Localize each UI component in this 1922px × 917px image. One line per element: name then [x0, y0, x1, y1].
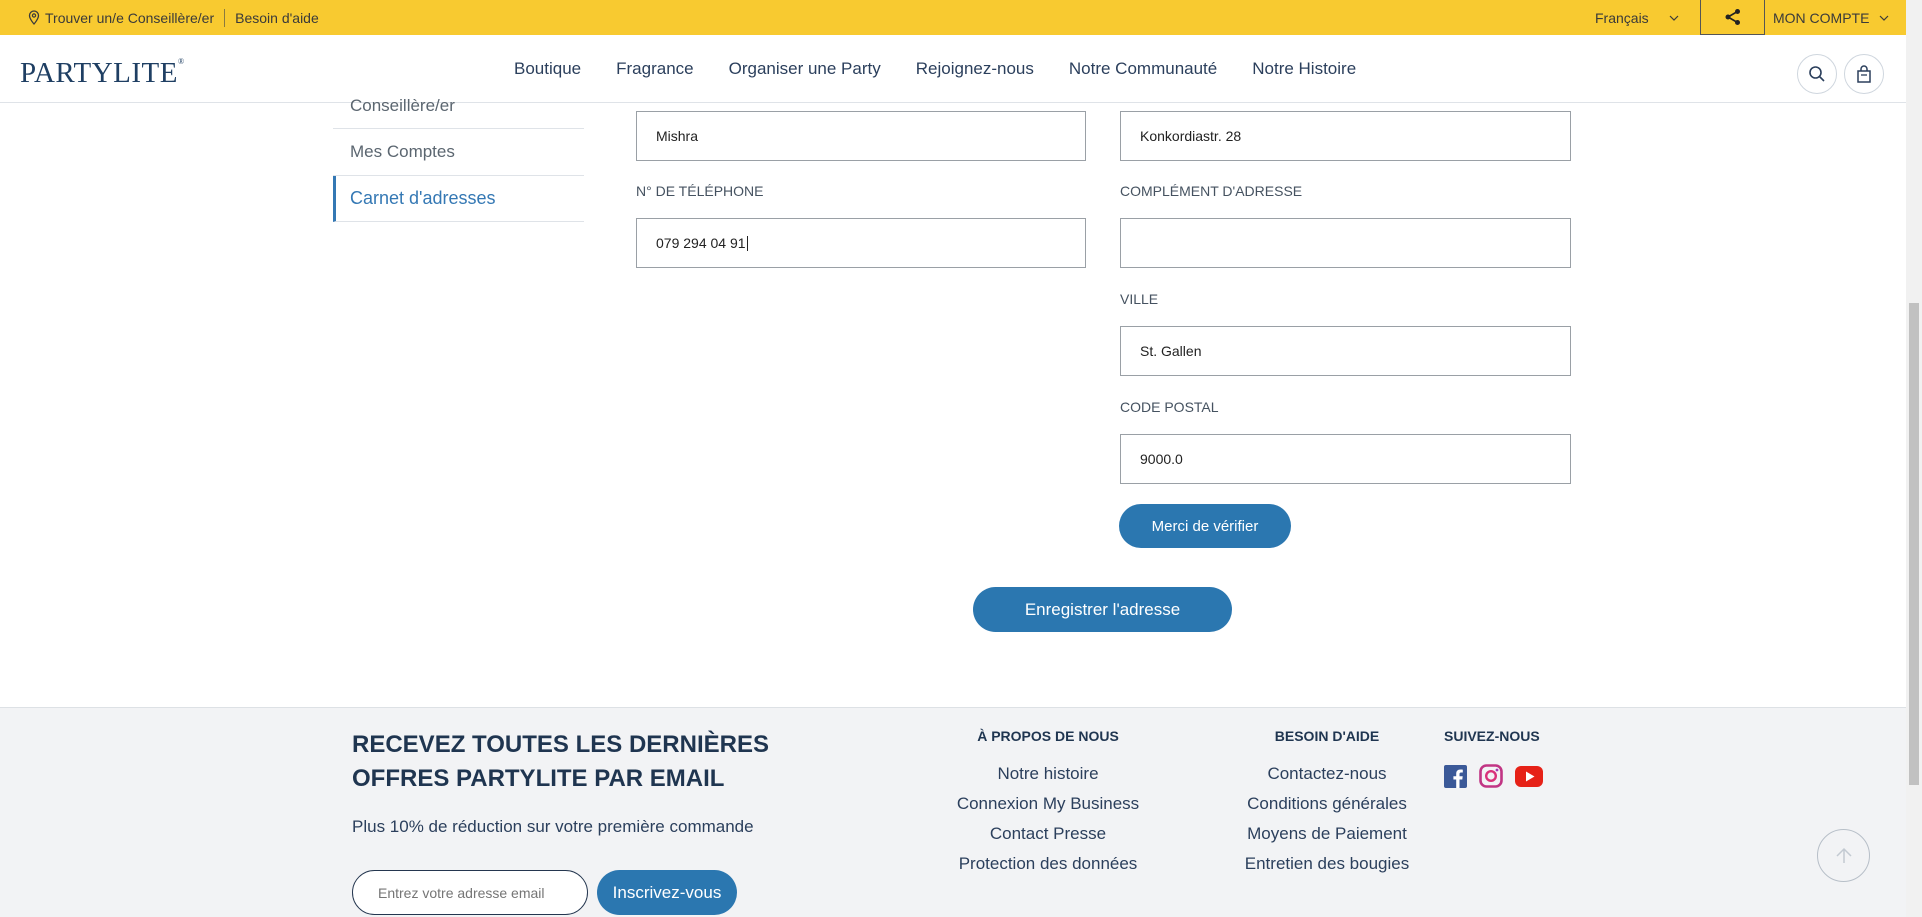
footer-about-title: À PROPOS DE NOUS [977, 728, 1119, 744]
last-name-field[interactable]: Mishra [636, 111, 1086, 161]
newsletter-email-input[interactable] [352, 870, 588, 915]
postal-code-field[interactable]: 9000.0 [1120, 434, 1571, 484]
utility-links: Trouver un/e Conseillère/er Besoin d'aid… [28, 0, 319, 35]
save-address-button[interactable]: Enregistrer l'adresse [973, 587, 1232, 632]
phone-field[interactable]: 079 294 04 91 [636, 218, 1086, 268]
language-selector[interactable]: Français [1595, 0, 1679, 35]
nav-item-histoire[interactable]: Notre Histoire [1252, 59, 1356, 79]
text-cursor [746, 235, 748, 251]
address2-label: COMPLÉMENT D'ADRESSE [1120, 183, 1303, 199]
shopping-bag-icon [1856, 65, 1872, 83]
sidebar-item-accounts[interactable]: Mes Comptes [333, 129, 584, 176]
newsletter-subtext: Plus 10% de réduction sur votre première… [352, 817, 754, 836]
footer-link-paiement[interactable]: Moyens de Paiement [1227, 824, 1427, 846]
account-sidebar: Conseillère/er Mes Comptes Carnet d'adre… [333, 94, 584, 222]
city-label: VILLE [1120, 291, 1159, 307]
footer-social-title: SUIVEZ-NOUS [1444, 728, 1540, 744]
divider [224, 8, 226, 27]
footer: RECEVEZ TOUTES LES DERNIÈRES OFFRES PART… [0, 707, 1906, 917]
arrow-up-icon [1834, 846, 1854, 866]
footer-link-contactez-nous[interactable]: Contactez-nous [1227, 764, 1427, 786]
nav-item-organiser-party[interactable]: Organiser une Party [729, 59, 881, 79]
instagram-icon[interactable] [1479, 764, 1503, 788]
nav-item-communaute[interactable]: Notre Communauté [1069, 59, 1217, 79]
main-navigation: PARTYLITE® Boutique Fragrance Organiser … [0, 35, 1906, 103]
sidebar-item-label: Conseillère/er [350, 96, 455, 115]
address2-field[interactable] [1120, 218, 1571, 268]
footer-about-column: À PROPOS DE NOUS Notre histoire Connexio… [948, 728, 1148, 876]
footer-link-notre-histoire[interactable]: Notre histoire [948, 764, 1148, 786]
city-field[interactable]: St. Gallen [1120, 326, 1571, 376]
footer-help-title: BESOIN D'AIDE [1274, 728, 1380, 744]
nav-item-boutique[interactable]: Boutique [514, 59, 581, 79]
utility-bar: Trouver un/e Conseillère/er Besoin d'aid… [0, 0, 1906, 35]
footer-link-conditions[interactable]: Conditions générales [1227, 794, 1427, 816]
account-label: MON COMPTE [1773, 9, 1870, 26]
chevron-down-icon [1669, 15, 1679, 21]
postal-code-label: CODE POSTAL [1120, 399, 1219, 415]
scroll-to-top-button[interactable] [1817, 829, 1870, 882]
partylite-logo[interactable]: PARTYLITE® [20, 57, 185, 90]
sidebar-item-label: Mes Comptes [350, 142, 455, 161]
search-icon [1808, 65, 1826, 83]
nav-item-fragrance[interactable]: Fragrance [616, 59, 693, 79]
scrollbar-thumb[interactable] [1909, 303, 1919, 785]
location-pin-icon [28, 10, 40, 25]
find-consultant-link[interactable]: Trouver un/e Conseillère/er [45, 10, 214, 26]
nav-menu: Boutique Fragrance Organiser une Party R… [514, 35, 1391, 103]
language-label: Français [1595, 9, 1649, 26]
address-field[interactable]: Konkordiastr. 28 [1120, 111, 1571, 161]
sidebar-item-address-book[interactable]: Carnet d'adresses [333, 176, 584, 222]
footer-link-protection-donnees[interactable]: Protection des données [948, 854, 1148, 876]
help-link[interactable]: Besoin d'aide [235, 10, 319, 26]
footer-link-contact-presse[interactable]: Contact Presse [948, 824, 1148, 846]
share-button[interactable] [1700, 0, 1765, 35]
sidebar-item-consultant[interactable]: Conseillère/er [333, 94, 584, 129]
facebook-icon[interactable] [1444, 764, 1467, 788]
footer-link-my-business[interactable]: Connexion My Business [948, 794, 1148, 816]
sidebar-item-label: Carnet d'adresses [350, 188, 496, 208]
search-button[interactable] [1797, 54, 1837, 94]
share-icon [1724, 8, 1742, 26]
youtube-icon[interactable] [1515, 765, 1543, 787]
newsletter-headline: RECEVEZ TOUTES LES DERNIÈRES OFFRES PART… [352, 731, 769, 792]
subscribe-button[interactable]: Inscrivez-vous [597, 870, 737, 915]
verify-address-button[interactable]: Merci de vérifier [1119, 504, 1291, 548]
account-menu[interactable]: MON COMPTE [1773, 0, 1889, 35]
footer-social-column: SUIVEZ-NOUS [1444, 728, 1555, 788]
footer-help-column: BESOIN D'AIDE Contactez-nous Conditions … [1227, 728, 1427, 876]
footer-link-entretien[interactable]: Entretien des bougies [1227, 854, 1427, 876]
phone-label: N° DE TÉLÉPHONE [636, 183, 764, 199]
page-scrollbar[interactable] [1906, 0, 1922, 917]
nav-item-rejoignez-nous[interactable]: Rejoignez-nous [916, 59, 1034, 79]
chevron-down-icon [1879, 15, 1889, 21]
cart-button[interactable] [1844, 54, 1884, 94]
